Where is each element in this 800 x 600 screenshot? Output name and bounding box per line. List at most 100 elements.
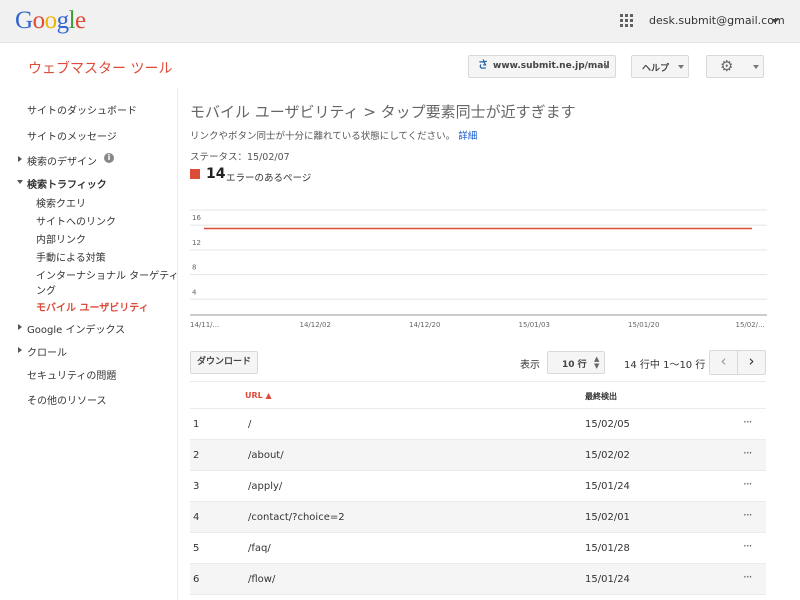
previous-page-button[interactable]: ‹: [709, 350, 738, 375]
row-url: /faq/: [248, 543, 271, 554]
x-tick-label: 14/12/20: [409, 321, 440, 329]
chart-svg: 16 12 8 4 14/11/... 14/12/02 14/12/20 15/01/03 1…: [190, 209, 767, 329]
more-icon[interactable]: ···: [743, 570, 753, 584]
rows-per-page-value: 10 行: [562, 360, 587, 370]
info-icon[interactable]: i: [104, 153, 114, 163]
sidebar-subitem-search-queries[interactable]: 検索クエリ: [36, 195, 86, 210]
sidebar: サイトのダッシュボード サイトのメッセージ 検索のデザイン i 検索トラフィック…: [0, 88, 179, 600]
x-tick-label: 15/01/20: [628, 321, 659, 329]
chevron-right-icon[interactable]: [18, 324, 22, 330]
site-selector[interactable]: さ www.submit.ne.jp/mail: [468, 55, 616, 78]
gear-icon: ⚙: [720, 57, 734, 75]
settings-button[interactable]: ⚙: [706, 55, 764, 78]
x-tick-label: 15/02/...: [736, 321, 765, 329]
sidebar-item-messages[interactable]: サイトのメッセージ: [27, 128, 117, 143]
sidebar-subitem-international-targeting-cont[interactable]: ング: [36, 282, 56, 297]
sidebar-item-crawl[interactable]: クロール: [27, 344, 67, 359]
table-row[interactable]: 1 / 15/02/05 ···: [190, 409, 766, 440]
sidebar-subitem-links-to-site[interactable]: サイトへのリンク: [36, 213, 116, 228]
logo-letter: g: [56, 7, 70, 34]
description-text: リンクやボタン同士が十分に離れている状態にしてください。: [190, 131, 456, 142]
error-count: 14: [206, 166, 226, 182]
table-row[interactable]: 3 /apply/ 15/01/24 ···: [190, 471, 766, 502]
row-date: 15/01/28: [585, 543, 630, 554]
more-icon[interactable]: ···: [743, 415, 753, 429]
details-link[interactable]: 詳細: [458, 131, 477, 142]
google-logo[interactable]: Google: [15, 7, 86, 35]
legend-swatch: [190, 169, 200, 179]
row-number: 3: [193, 481, 200, 492]
x-tick-label: 14/11/...: [190, 321, 219, 329]
row-url: /contact/?choice=2: [248, 512, 345, 523]
logo-letter: o: [32, 7, 46, 34]
chevron-down-icon[interactable]: [17, 180, 23, 184]
sidebar-item-search-appearance[interactable]: 検索のデザイン: [27, 153, 97, 168]
table-header: URL ▲ 最終検出: [190, 381, 766, 409]
error-trend-chart: 16 12 8 4 14/11/... 14/12/02 14/12/20 15/01/03 1…: [190, 205, 768, 335]
rows-show-label: 表示: [520, 360, 540, 371]
chevron-down-icon: [753, 65, 759, 69]
table-row[interactable]: 2 /about/ 15/02/02 ···: [190, 440, 766, 471]
chevron-down-icon[interactable]: [771, 19, 779, 23]
more-icon[interactable]: ···: [743, 477, 753, 491]
account-email[interactable]: desk.submit@gmail.com: [649, 14, 785, 27]
logo-letter: G: [15, 7, 33, 34]
sidebar-item-other-resources[interactable]: その他のリソース: [27, 392, 107, 407]
row-number: 6: [193, 574, 200, 585]
y-tick-label: 8: [192, 264, 196, 272]
status-text: ステータス：15/02/07: [190, 152, 290, 163]
site-label: www.submit.ne.jp/mail: [493, 61, 610, 71]
row-number: 2: [193, 450, 200, 461]
sidebar-item-search-traffic[interactable]: 検索トラフィック: [27, 176, 107, 191]
row-url: /about/: [248, 450, 284, 461]
row-date: 15/01/24: [585, 574, 630, 585]
error-label: エラーのあるページ: [226, 173, 312, 184]
sidebar-subitem-manual-actions[interactable]: 手動による対策: [36, 249, 106, 264]
more-icon[interactable]: ···: [743, 539, 753, 553]
y-tick-label: 16: [192, 214, 201, 222]
page-description: リンクやボタン同士が十分に離れている状態にしてください。 詳細: [190, 128, 477, 142]
row-url: /flow/: [248, 574, 276, 585]
logo-letter: e: [75, 7, 86, 34]
row-url: /: [248, 419, 252, 430]
page-title: モバイル ユーザビリティ > タップ要素同士が近すぎます: [190, 103, 576, 121]
sidebar-item-google-index[interactable]: Google インデックス: [27, 321, 125, 336]
help-button[interactable]: ヘルプ: [631, 55, 689, 78]
logo-letter: o: [44, 7, 58, 34]
rows-per-page-select[interactable]: 10 行 ▲ ▼: [547, 351, 605, 374]
help-label: ヘルプ: [642, 64, 670, 74]
sidebar-item-security[interactable]: セキュリティの問題: [27, 367, 116, 382]
top-bar: Google desk.submit@gmail.com: [0, 0, 800, 43]
product-title[interactable]: ウェブマスター ツール: [28, 58, 172, 78]
more-icon[interactable]: ···: [743, 508, 753, 522]
site-favicon-icon: さ: [478, 60, 488, 71]
row-date: 15/02/02: [585, 450, 630, 461]
x-tick-label: 15/01/03: [519, 321, 550, 329]
chevron-right-icon[interactable]: [18, 156, 22, 162]
table-row[interactable]: 4 /contact/?choice=2 15/02/01 ···: [190, 502, 766, 533]
y-tick-label: 4: [192, 288, 197, 296]
row-number: 4: [193, 512, 200, 523]
download-button[interactable]: ダウンロード: [190, 351, 258, 374]
row-date: 15/01/24: [585, 481, 630, 492]
next-page-button[interactable]: ›: [737, 350, 766, 375]
pagination-range: 14 行中 1〜10 行: [624, 360, 706, 371]
table-row[interactable]: 5 /faq/ 15/01/28 ···: [190, 533, 766, 564]
chevron-down-icon: [678, 65, 684, 69]
more-icon[interactable]: ···: [743, 446, 753, 460]
apps-grid-icon[interactable]: [620, 14, 633, 27]
x-tick-label: 14/12/02: [300, 321, 331, 329]
sidebar-subitem-international-targeting[interactable]: インターナショナル ターゲティ: [36, 267, 179, 282]
url-column-header[interactable]: URL ▲: [245, 391, 272, 400]
chevron-right-icon[interactable]: [18, 347, 22, 353]
row-number: 1: [193, 419, 200, 430]
row-date: 15/02/05: [585, 419, 630, 430]
table-row[interactable]: 6 /flow/ 15/01/24 ···: [190, 564, 766, 595]
sidebar-subitem-mobile-usability[interactable]: モバイル ユーザビリティ: [36, 299, 149, 314]
sidebar-item-dashboard[interactable]: サイトのダッシュボード: [27, 102, 137, 117]
sidebar-subitem-internal-links[interactable]: 内部リンク: [36, 231, 86, 246]
row-date: 15/02/01: [585, 512, 630, 523]
row-url: /apply/: [248, 481, 283, 492]
stepper-arrows-icon: ▲ ▼: [594, 355, 600, 370]
last-detected-column-header[interactable]: 最終検出: [585, 391, 617, 402]
